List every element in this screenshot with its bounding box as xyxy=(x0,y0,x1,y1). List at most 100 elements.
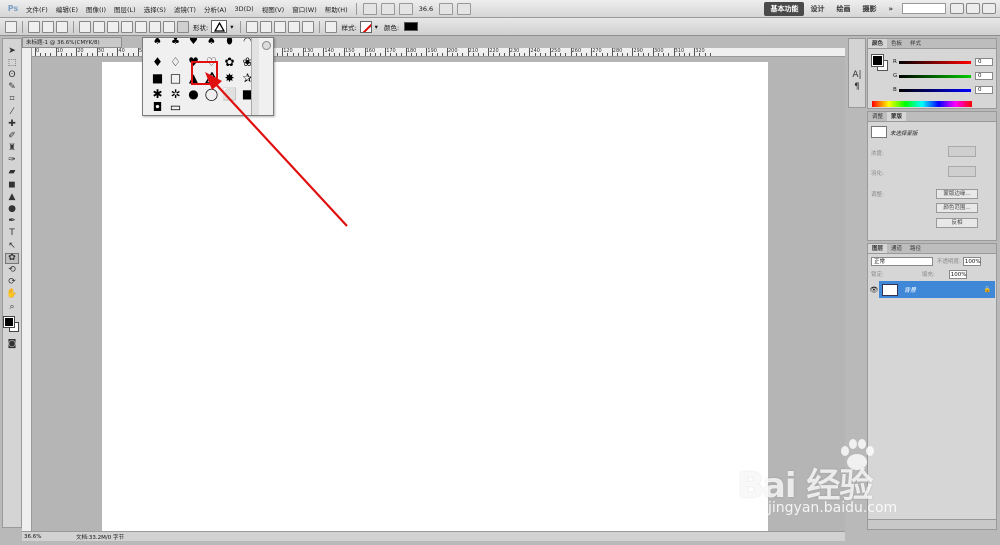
menu-3d[interactable]: 3D(D) xyxy=(230,5,257,13)
fill-field[interactable]: 100% xyxy=(948,269,967,279)
rounded-rectangle-icon[interactable] xyxy=(121,20,133,33)
shape-star-filled[interactable]: ✸ xyxy=(221,70,238,85)
shape-spade-small-2[interactable]: ♠ xyxy=(203,38,220,46)
minimize-button[interactable] xyxy=(950,3,964,14)
workspace-design[interactable]: 设计 xyxy=(804,4,830,14)
tab-masks[interactable]: 蒙版 xyxy=(887,112,907,121)
shape-square-outline[interactable]: □ xyxy=(167,70,184,85)
tab-channels[interactable]: 通道 xyxy=(887,244,906,253)
menu-help[interactable]: 帮助(H) xyxy=(321,4,352,14)
rectangle-tool-icon[interactable] xyxy=(107,20,119,33)
blur-tool-icon[interactable]: ▲ xyxy=(5,192,19,203)
foreground-color-swatch[interactable] xyxy=(871,54,884,67)
green-slider-bar[interactable] xyxy=(899,74,971,78)
tool-preset-picker[interactable] xyxy=(5,20,17,33)
eye-icon[interactable]: 👁 xyxy=(869,281,879,298)
density-field[interactable] xyxy=(948,146,976,157)
shape-circle-outline[interactable]: ◯ xyxy=(203,86,220,101)
workspace-photography[interactable]: 摄影 xyxy=(856,4,882,14)
custom-shape-tool-icon[interactable]: ✿ xyxy=(5,252,19,264)
shape-circle-filled[interactable]: ● xyxy=(185,86,202,101)
status-zoom[interactable]: 36.6% xyxy=(22,534,46,540)
workspace-essentials[interactable]: 基本功能 xyxy=(764,1,805,16)
slider-green[interactable]: G 0 xyxy=(893,70,995,82)
tab-layers[interactable]: 图层 xyxy=(868,244,888,253)
quick-select-tool-icon[interactable]: ✎ xyxy=(5,82,19,93)
menu-image[interactable]: 图像(I) xyxy=(82,4,110,14)
menu-layer[interactable]: 图层(L) xyxy=(110,4,140,14)
shape-color-swatch[interactable] xyxy=(404,22,419,31)
shape-asterisk-outline[interactable]: ✲ xyxy=(167,86,184,101)
dodge-tool-icon[interactable]: ● xyxy=(5,204,19,215)
menu-analysis[interactable]: 分析(A) xyxy=(200,4,231,14)
history-brush-icon[interactable]: ✑ xyxy=(5,155,19,166)
crop-tool-icon[interactable]: ⌗ xyxy=(5,94,19,105)
subtract-area-icon[interactable] xyxy=(274,20,287,33)
exclude-area-icon[interactable] xyxy=(302,20,315,33)
more-workspaces-button[interactable]: » xyxy=(882,5,899,13)
foreground-color-swatch[interactable] xyxy=(3,316,15,329)
tab-color[interactable]: 颜色 xyxy=(868,39,888,48)
shape-flower-filled[interactable]: ✿ xyxy=(221,54,238,69)
custom-shape-tool-icon[interactable] xyxy=(177,20,189,33)
new-layer-mode-icon[interactable] xyxy=(246,20,259,33)
paragraph-panel-icon[interactable]: ¶ xyxy=(850,82,864,93)
menu-view[interactable]: 视图(V) xyxy=(258,4,289,14)
dropdown-arrow-icon[interactable]: ▾ xyxy=(375,23,378,31)
tab-swatches[interactable]: 色板 xyxy=(887,39,906,48)
shape-stamp[interactable]: ⬜ xyxy=(221,86,238,101)
bridge-button[interactable] xyxy=(362,2,377,15)
pen-tool-icon[interactable] xyxy=(79,20,91,33)
eraser-tool-icon[interactable]: ▰ xyxy=(5,167,19,178)
character-panel-icon[interactable]: A| xyxy=(850,70,864,81)
screen-mode-button[interactable] xyxy=(457,2,472,15)
tab-styles[interactable]: 样式 xyxy=(906,39,925,48)
ellipse-tool-icon[interactable] xyxy=(135,20,147,33)
marquee-tool-icon[interactable]: ⬚ xyxy=(5,58,19,69)
layer-row-background[interactable]: 👁 背景 🔒 xyxy=(869,281,995,298)
shape-spade-small[interactable]: ♠ xyxy=(149,38,166,46)
document-canvas[interactable] xyxy=(102,62,768,532)
brush-tool-icon[interactable]: ✐ xyxy=(5,131,19,142)
mask-edge-button[interactable]: 蒙版边缘... xyxy=(936,189,978,199)
ruler-vertical[interactable] xyxy=(22,48,32,531)
path-select-tool-icon[interactable]: ↖ xyxy=(5,241,19,252)
intersect-area-icon[interactable] xyxy=(288,20,301,33)
link-icon[interactable] xyxy=(325,20,338,33)
zoom-tool-icon[interactable]: ⌕ xyxy=(5,302,19,313)
eyedropper-tool-icon[interactable]: ⁄ xyxy=(5,107,19,118)
red-value-field[interactable]: 0 xyxy=(975,58,993,66)
lasso-tool-icon[interactable]: ʘ xyxy=(5,70,19,81)
blend-mode-select[interactable]: 正常 xyxy=(871,256,933,266)
3d-rotate-tool-icon[interactable]: ⟲ xyxy=(5,265,19,276)
close-button[interactable] xyxy=(982,3,996,14)
maximize-button[interactable] xyxy=(966,3,980,14)
menu-window[interactable]: 窗口(W) xyxy=(288,4,321,14)
shape-club-small[interactable]: ♣ xyxy=(167,38,184,46)
search-input[interactable] xyxy=(902,3,946,14)
menu-file[interactable]: 文件(F) xyxy=(22,4,52,14)
feather-field[interactable] xyxy=(948,166,976,177)
hand-tool-icon[interactable]: ✋ xyxy=(5,289,19,300)
shape-picker-menu-button[interactable] xyxy=(262,41,271,50)
quick-mask-icon[interactable]: ◙ xyxy=(5,339,19,350)
green-value-field[interactable]: 0 xyxy=(975,72,993,80)
fill-pixels-mode-icon[interactable] xyxy=(56,20,68,33)
status-document-size[interactable]: 文档:33.2M/0 字节 xyxy=(46,533,124,541)
freeform-pen-icon[interactable] xyxy=(93,20,105,33)
blue-slider-bar[interactable] xyxy=(899,88,971,92)
gradient-tool-icon[interactable]: ◼ xyxy=(5,180,19,191)
view-extras-button[interactable] xyxy=(398,2,413,15)
move-tool-icon[interactable]: ➤ xyxy=(5,46,19,57)
shape-diamond-filled[interactable]: ♦ xyxy=(149,54,166,69)
style-picker[interactable] xyxy=(359,20,372,33)
clone-stamp-icon[interactable]: ♜ xyxy=(5,143,19,154)
arrange-documents-button[interactable] xyxy=(439,2,454,15)
type-tool-icon[interactable]: T xyxy=(5,228,19,239)
color-range-button[interactable]: 颜色范围... xyxy=(936,203,978,213)
color-spectrum-bar[interactable] xyxy=(872,101,972,107)
shape-frame-blank[interactable]: ▭ xyxy=(167,102,184,112)
invert-button[interactable]: 反相 xyxy=(936,218,978,228)
3d-orbit-tool-icon[interactable]: ⟳ xyxy=(5,277,19,288)
pen-tool-icon[interactable]: ✒ xyxy=(5,216,19,227)
